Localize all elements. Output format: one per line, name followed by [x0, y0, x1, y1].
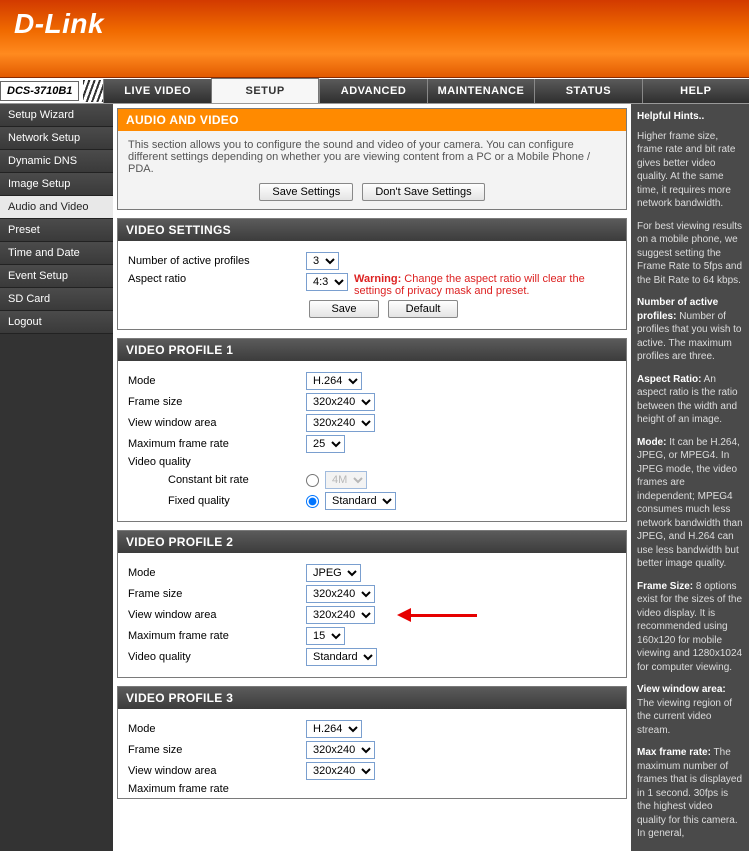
sidebar-item-sd-card[interactable]: SD Card	[0, 288, 113, 311]
save-settings-button[interactable]: Save Settings	[259, 183, 353, 201]
aspect-save-button[interactable]: Save	[309, 300, 379, 318]
panel-video-profile-3: VIDEO PROFILE 3 ModeH.264 Frame size320x…	[117, 686, 627, 799]
sidebar-item-logout[interactable]: Logout	[0, 311, 113, 334]
vp2-select-maxrate[interactable]: 15	[306, 627, 345, 645]
panel-description: This section allows you to configure the…	[118, 131, 626, 209]
tab-live-video[interactable]: LIVE VIDEO	[103, 79, 210, 103]
panel-audio-video: AUDIO AND VIDEO This section allows you …	[117, 108, 627, 210]
label-num-profiles: Number of active profiles	[128, 255, 306, 267]
vp1-select-framesize[interactable]: 320x240	[306, 393, 375, 411]
header-banner: D-Link	[0, 0, 749, 78]
tab-maintenance[interactable]: MAINTENANCE	[427, 79, 534, 103]
tab-help[interactable]: HELP	[642, 79, 749, 103]
vp2-select-mode[interactable]: JPEG	[306, 564, 361, 582]
vp1-select-fq[interactable]: Standard	[325, 492, 396, 510]
vp3-select-viewwindow[interactable]: 320x240	[306, 762, 375, 780]
sidebar-item-dynamic-dns[interactable]: Dynamic DNS	[0, 150, 113, 173]
sidebar-item-setup-wizard[interactable]: Setup Wizard	[0, 104, 113, 127]
hint-framesize2: Frame Size: 8 options exist for the size…	[637, 580, 743, 675]
sidebar-nav: Setup Wizard Network Setup Dynamic DNS I…	[0, 104, 113, 851]
aspect-ratio-warning: Warning: Change the aspect ratio will cl…	[354, 273, 594, 297]
vp1-select-cbr: 4M	[325, 471, 367, 489]
main-tabs: DCS-3710B1 LIVE VIDEO SETUP ADVANCED MAI…	[0, 78, 749, 104]
vp2-select-framesize[interactable]: 320x240	[306, 585, 375, 603]
dont-save-settings-button[interactable]: Don't Save Settings	[362, 183, 484, 201]
hints-title: Helpful Hints..	[637, 110, 743, 124]
vp3-label-viewwindow: View window area	[128, 765, 306, 777]
panel-video-profile-2: VIDEO PROFILE 2 ModeJPEG Frame size320x2…	[117, 530, 627, 678]
vp3-select-framesize[interactable]: 320x240	[306, 741, 375, 759]
vp2-label-vquality: Video quality	[128, 651, 306, 663]
hint-aspect: Aspect Ratio: An aspect ratio is the rat…	[637, 373, 743, 427]
vp1-label-maxrate: Maximum frame rate	[128, 438, 306, 450]
hint-framesize: Higher frame size, frame rate and bit ra…	[637, 130, 743, 211]
hint-profiles: Number of active profiles: Number of pro…	[637, 296, 743, 364]
vp1-select-mode[interactable]: H.264	[306, 372, 362, 390]
vp2-label-mode: Mode	[128, 567, 306, 579]
highlight-arrow-icon	[397, 608, 477, 622]
sidebar-item-audio-and-video[interactable]: Audio and Video	[0, 196, 113, 219]
tab-advanced[interactable]: ADVANCED	[319, 79, 426, 103]
panel-video-profile-1: VIDEO PROFILE 1 ModeH.264 Frame size320x…	[117, 338, 627, 522]
vp2-label-viewwindow: View window area	[128, 609, 306, 621]
vp3-label-framesize: Frame size	[128, 744, 306, 756]
vp2-label-maxrate: Maximum frame rate	[128, 630, 306, 642]
select-num-profiles[interactable]: 3	[306, 252, 339, 270]
vp3-label-maxrate: Maximum frame rate	[128, 783, 306, 795]
sidebar-item-event-setup[interactable]: Event Setup	[0, 265, 113, 288]
vp1-label-cbr: Constant bit rate	[128, 474, 306, 486]
hint-mobile: For best viewing results on a mobile pho…	[637, 220, 743, 288]
vp2-label-framesize: Frame size	[128, 588, 306, 600]
hint-maxrate: Max frame rate: The maximum number of fr…	[637, 746, 743, 841]
vp3-title: VIDEO PROFILE 3	[118, 687, 626, 709]
vp3-label-mode: Mode	[128, 723, 306, 735]
tab-setup[interactable]: SETUP	[211, 78, 319, 103]
tab-status[interactable]: STATUS	[534, 79, 641, 103]
stripe-decor	[83, 80, 103, 102]
select-aspect-ratio[interactable]: 4:3	[306, 273, 348, 291]
vp1-select-viewwindow[interactable]: 320x240	[306, 414, 375, 432]
vp1-select-maxrate[interactable]: 25	[306, 435, 345, 453]
vp1-label-mode: Mode	[128, 375, 306, 387]
vp1-label-viewwindow: View window area	[128, 417, 306, 429]
vp1-label-fq: Fixed quality	[128, 495, 306, 507]
vp2-title: VIDEO PROFILE 2	[118, 531, 626, 553]
device-name: DCS-3710B1	[0, 81, 79, 101]
sidebar-item-preset[interactable]: Preset	[0, 219, 113, 242]
panel-title: AUDIO AND VIDEO	[118, 109, 626, 131]
vp2-select-viewwindow[interactable]: 320x240	[306, 606, 375, 624]
hint-viewwindow: View window area: The viewing region of …	[637, 683, 743, 737]
vp1-radio-fq[interactable]	[306, 495, 319, 508]
brand-logo: D-Link	[14, 8, 104, 39]
vp1-label-framesize: Frame size	[128, 396, 306, 408]
help-panel: Helpful Hints.. Higher frame size, frame…	[631, 104, 749, 851]
sidebar-item-time-and-date[interactable]: Time and Date	[0, 242, 113, 265]
vp3-select-mode[interactable]: H.264	[306, 720, 362, 738]
sidebar-item-image-setup[interactable]: Image Setup	[0, 173, 113, 196]
sidebar-item-network-setup[interactable]: Network Setup	[0, 127, 113, 150]
vp1-label-vquality: Video quality	[128, 456, 306, 468]
hint-mode: Mode: It can be H.264, JPEG, or MPEG4. I…	[637, 436, 743, 571]
main-content: AUDIO AND VIDEO This section allows you …	[113, 104, 631, 851]
aspect-default-button[interactable]: Default	[388, 300, 458, 318]
vp1-title: VIDEO PROFILE 1	[118, 339, 626, 361]
video-settings-title: VIDEO SETTINGS	[118, 219, 626, 241]
vp2-select-vquality[interactable]: Standard	[306, 648, 377, 666]
vp1-radio-cbr[interactable]	[306, 474, 319, 487]
panel-video-settings: VIDEO SETTINGS Number of active profiles…	[117, 218, 627, 330]
label-aspect-ratio: Aspect ratio	[128, 273, 306, 285]
panel-description-text: This section allows you to configure the…	[128, 139, 590, 175]
